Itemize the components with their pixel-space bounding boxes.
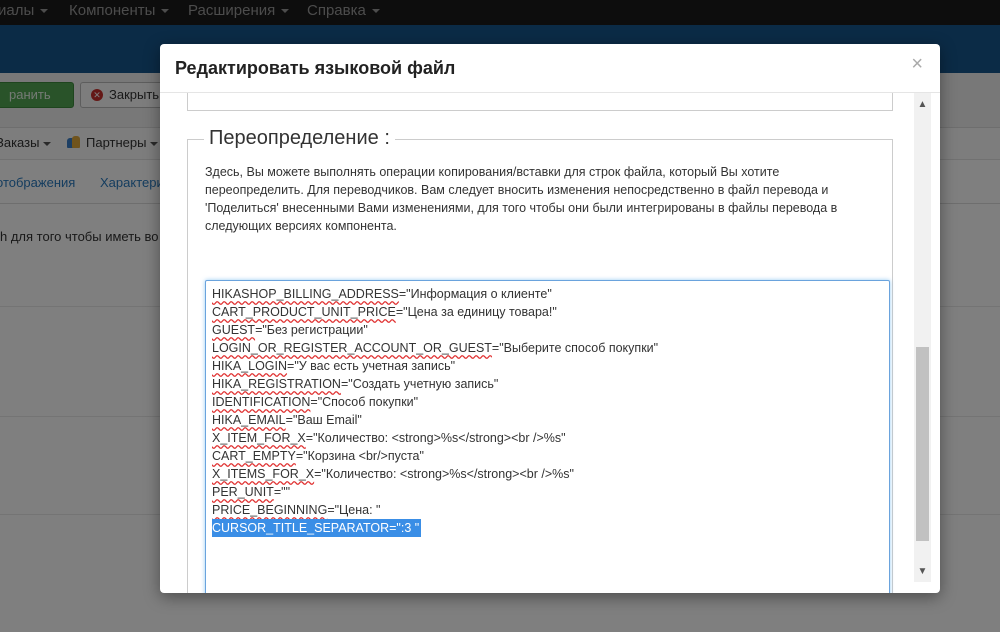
language-key: PRICE_BEGINNING bbox=[212, 503, 328, 517]
override-description: Здесь, Вы можете выполнять операции копи… bbox=[205, 165, 838, 233]
language-value: ="Цена: " bbox=[327, 503, 381, 517]
scrollbar-thumb[interactable] bbox=[916, 347, 929, 541]
language-value: ="" bbox=[273, 485, 291, 499]
language-value: ="У вас есть учетная запись" bbox=[287, 359, 456, 373]
text-line: GUEST="Без регистрации" bbox=[212, 321, 658, 339]
language-value: ="Создать учетную запись" bbox=[340, 377, 499, 391]
language-key: HIKASHOP_BILLING_ADDRESS bbox=[212, 287, 399, 301]
language-value: ="Ваш Email" bbox=[285, 413, 362, 427]
language-key: LOGIN_OR_REGISTER_ACCOUNT_OR_GUEST bbox=[212, 341, 492, 355]
language-value: ="Без регистрации" bbox=[255, 323, 368, 337]
language-value: ="Количество: <strong>%s</strong><br />%… bbox=[314, 467, 574, 481]
language-value: =":3 " bbox=[389, 521, 420, 535]
close-icon[interactable]: × bbox=[911, 53, 923, 75]
fieldset-legend: Переопределение : bbox=[204, 127, 395, 150]
scroll-up-arrow-icon[interactable]: ▲ bbox=[914, 98, 931, 112]
modal-header: Редактировать языковой файл × bbox=[160, 44, 940, 93]
modal-scrollbar[interactable]: ▲ ▼ bbox=[914, 93, 931, 582]
language-key: CURSOR_TITLE_SEPARATOR bbox=[212, 521, 390, 535]
language-key: CART_EMPTY bbox=[212, 449, 296, 463]
language-key: IDENTIFICATION bbox=[212, 395, 311, 409]
selected-line: CURSOR_TITLE_SEPARATOR=":3 " bbox=[212, 519, 422, 537]
text-line: HIKA_LOGIN="У вас есть учетная запись" bbox=[212, 357, 658, 375]
text-line: HIKASHOP_BILLING_ADDRESS="Информация о к… bbox=[212, 285, 658, 303]
selected-line-wrapper: CURSOR_TITLE_SEPARATOR=":3 " bbox=[212, 519, 658, 537]
modal-title: Редактировать языковой файл bbox=[175, 58, 456, 78]
text-line: PER_UNIT="" bbox=[212, 483, 658, 501]
language-value: ="Способ покупки" bbox=[310, 395, 419, 409]
previous-fieldset bbox=[187, 93, 893, 111]
language-key: HIKA_EMAIL bbox=[212, 413, 286, 427]
text-line: HIKA_REGISTRATION="Создать учетную запис… bbox=[212, 375, 658, 393]
language-key: HIKA_REGISTRATION bbox=[212, 377, 341, 391]
language-key: X_ITEM_FOR_X bbox=[212, 431, 306, 445]
textarea-content: HIKASHOP_BILLING_ADDRESS="Информация о к… bbox=[212, 285, 658, 537]
language-key: PER_UNIT bbox=[212, 485, 274, 499]
language-value: ="Корзина <br/>пуста" bbox=[295, 449, 424, 463]
language-key: CART_PRODUCT_UNIT_PRICE bbox=[212, 305, 396, 319]
text-line: CART_EMPTY="Корзина <br/>пуста" bbox=[212, 447, 658, 465]
language-key: HIKA_LOGIN bbox=[212, 359, 288, 373]
scroll-down-arrow-icon[interactable]: ▼ bbox=[914, 565, 931, 579]
modal-body: Переопределение : Здесь, Вы можете выпол… bbox=[160, 93, 940, 593]
language-value: ="Цена за единицу товара!" bbox=[395, 305, 557, 319]
text-line: X_ITEM_FOR_X="Количество: <strong>%s</st… bbox=[212, 429, 658, 447]
text-line: PRICE_BEGINNING="Цена: " bbox=[212, 501, 658, 519]
language-key: X_ITEMS_FOR_X bbox=[212, 467, 315, 481]
language-key: GUEST bbox=[212, 323, 256, 337]
text-line: IDENTIFICATION="Способ покупки" bbox=[212, 393, 658, 411]
language-value: ="Информация о клиенте" bbox=[398, 287, 552, 301]
text-line: X_ITEMS_FOR_X="Количество: <strong>%s</s… bbox=[212, 465, 658, 483]
edit-language-file-modal: Редактировать языковой файл × Переопреде… bbox=[160, 44, 940, 593]
language-value: ="Количество: <strong>%s</strong><br />%… bbox=[305, 431, 566, 445]
text-line: LOGIN_OR_REGISTER_ACCOUNT_OR_GUEST="Выбе… bbox=[212, 339, 658, 357]
text-line: HIKA_EMAIL="Ваш Email" bbox=[212, 411, 658, 429]
override-textarea[interactable]: HIKASHOP_BILLING_ADDRESS="Информация о к… bbox=[205, 280, 890, 593]
language-value: ="Выберите способ покупки" bbox=[491, 341, 659, 355]
text-line: CART_PRODUCT_UNIT_PRICE="Цена за единицу… bbox=[212, 303, 658, 321]
